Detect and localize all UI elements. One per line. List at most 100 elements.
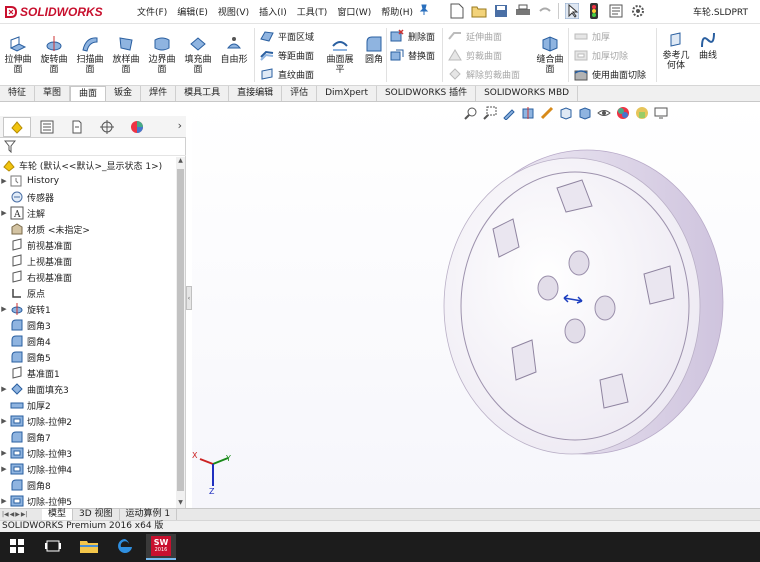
thicken-button[interactable]: 加厚 [574,27,610,45]
tab-evaluate[interactable]: 评估 [282,86,318,101]
tree-node[interactable]: 材质 <未指定> [0,221,90,237]
panel-collapse-handle[interactable]: ‹ [186,286,192,310]
tree-node[interactable]: 基准面1 [0,365,60,381]
tree-node[interactable]: 传感器 [0,189,54,205]
edge-browser-button[interactable] [110,534,140,560]
prev-tab-icon[interactable]: ◀ [10,511,15,518]
print-icon[interactable] [514,2,532,20]
flatten-surface-button[interactable]: 曲面展平 [326,34,354,75]
tab-3d-view[interactable]: 3D 视图 [73,508,120,521]
zoom-to-area-icon[interactable] [483,106,497,120]
start-button[interactable] [2,534,32,560]
tab-motion-study[interactable]: 运动算例 1 [120,508,178,521]
tree-node[interactable]: ▶ 曲面填充3 [0,381,69,397]
tab-addins[interactable]: SOLIDWORKS 插件 [377,86,477,101]
ruled-surface-button[interactable]: 直纹曲面 [260,65,314,83]
tree-node[interactable]: ▶ 切除-拉伸5 [0,493,72,507]
tab-features[interactable]: 特征 [0,86,36,101]
edit-appearance-icon[interactable] [616,106,630,120]
freeform-button[interactable]: 自由形 [220,34,248,65]
expand-arrow-icon[interactable]: ▶ [0,449,8,457]
first-tab-icon[interactable]: |◀ [2,511,9,518]
next-tab-icon[interactable]: ▶ [15,511,20,518]
solidworks-logo[interactable]: SOLIDWORKS [4,3,103,21]
revolved-surface-button[interactable]: 旋转曲面 [40,34,68,75]
tab-surfaces[interactable]: 曲面 [70,86,107,101]
tree-node[interactable]: ▶ A 注解 [0,205,45,221]
tree-node[interactable]: 原点 [0,285,45,301]
tree-node[interactable]: ▶ 切除-拉伸3 [0,445,72,461]
expand-arrow-icon[interactable]: ▶ [0,417,8,425]
tree-scrollbar[interactable]: ▲ ▼ [176,157,185,508]
filled-surface-button[interactable]: 填充曲面 [184,34,212,75]
menu-insert[interactable]: 插入(I) [254,5,292,18]
solidworks-taskbar-button[interactable]: SW 2016 [146,534,176,560]
menu-tools[interactable]: 工具(T) [292,5,333,18]
offset-surface-button[interactable]: 等距曲面 [260,46,314,64]
tab-mbd[interactable]: SOLIDWORKS MBD [476,86,579,101]
tree-node[interactable]: 圆角3 [0,317,51,333]
menu-file[interactable]: 文件(F) [132,5,172,18]
knit-surface-button[interactable]: 缝合曲面 [536,34,564,75]
previous-view-icon[interactable] [502,106,516,121]
file-explorer-button[interactable] [74,534,104,560]
expand-arrow-icon[interactable]: ▶ [0,497,8,505]
view-settings-icon[interactable] [654,106,668,120]
undo-icon[interactable] [536,2,554,20]
scroll-down-icon[interactable]: ▼ [176,499,185,508]
view-orientation-icon[interactable] [559,106,573,120]
scrollbar-thumb[interactable] [177,169,184,491]
options-gear-icon[interactable] [629,2,647,20]
menu-edit[interactable]: 编辑(E) [172,5,213,18]
tree-node[interactable]: 圆角8 [0,477,51,493]
tree-node[interactable]: 上视基准面 [0,253,72,269]
scroll-up-icon[interactable]: ▲ [176,157,185,166]
new-document-icon[interactable] [448,2,466,20]
menu-view[interactable]: 视图(V) [213,5,254,18]
fillet-button[interactable]: 圆角 [360,34,388,65]
planar-surface-button[interactable]: 平面区域 [260,27,314,45]
tree-node[interactable]: ▶ History [0,173,59,189]
zoom-to-fit-icon[interactable] [464,106,478,120]
tree-node[interactable]: ▶ 旋转1 [0,301,51,317]
expand-arrow-icon[interactable]: ▶ [0,385,8,393]
expand-arrow-icon[interactable]: ▶ [0,465,8,473]
swept-surface-button[interactable]: 扫描曲面 [76,34,104,75]
apply-scene-icon[interactable] [635,106,649,120]
file-properties-icon[interactable] [607,2,625,20]
expand-arrow-icon[interactable]: ▶ [0,177,8,185]
surface-cut-button[interactable]: 使用曲面切除 [574,65,646,83]
curves-button[interactable]: 曲线 [694,30,722,61]
tab-sheet-metal[interactable]: 钣金 [106,86,142,101]
dynamic-annotation-icon[interactable] [540,106,554,120]
open-folder-icon[interactable] [470,2,488,20]
traffic-light-icon[interactable] [585,2,603,20]
tab-weldments[interactable]: 焊件 [141,86,177,101]
trim-surface-button[interactable]: 剪裁曲面 [448,46,502,64]
tree-node[interactable]: 圆角7 [0,429,51,445]
expand-arrow-icon[interactable]: ▶ [0,209,8,217]
expand-arrow-icon[interactable]: ▶ [0,305,8,313]
reference-geometry-button[interactable]: 参考几何体 [662,30,690,71]
menu-window[interactable]: 窗口(W) [332,5,376,18]
tree-node[interactable]: 右视基准面 [0,269,72,285]
select-cursor-icon[interactable] [563,2,581,20]
tab-sketch[interactable]: 草图 [35,86,71,101]
tab-dimxpert[interactable]: DimXpert [317,86,377,101]
replace-face-button[interactable]: 替换面 [390,46,435,64]
filter-icon[interactable] [3,140,17,156]
chevron-right-icon[interactable]: › [178,119,182,132]
tree-node[interactable]: 前视基准面 [0,237,72,253]
tree-node[interactable]: 圆角5 [0,349,51,365]
property-manager-tab-icon[interactable] [33,117,61,137]
menu-help[interactable]: 帮助(H) [376,5,418,18]
graphics-area[interactable]: X Y Z [192,102,760,508]
boundary-surface-button[interactable]: 边界曲面 [148,34,176,75]
configuration-manager-tab-icon[interactable] [63,117,91,137]
dimxpert-manager-tab-icon[interactable] [93,117,121,137]
tree-node[interactable]: ▶ 切除-拉伸4 [0,461,72,477]
extruded-surface-button[interactable]: 拉伸曲面 [4,34,32,75]
lofted-surface-button[interactable]: 放样曲面 [112,34,140,75]
untrim-surface-button[interactable]: 解除剪裁曲面 [448,65,520,83]
display-manager-tab-icon[interactable] [123,117,151,137]
